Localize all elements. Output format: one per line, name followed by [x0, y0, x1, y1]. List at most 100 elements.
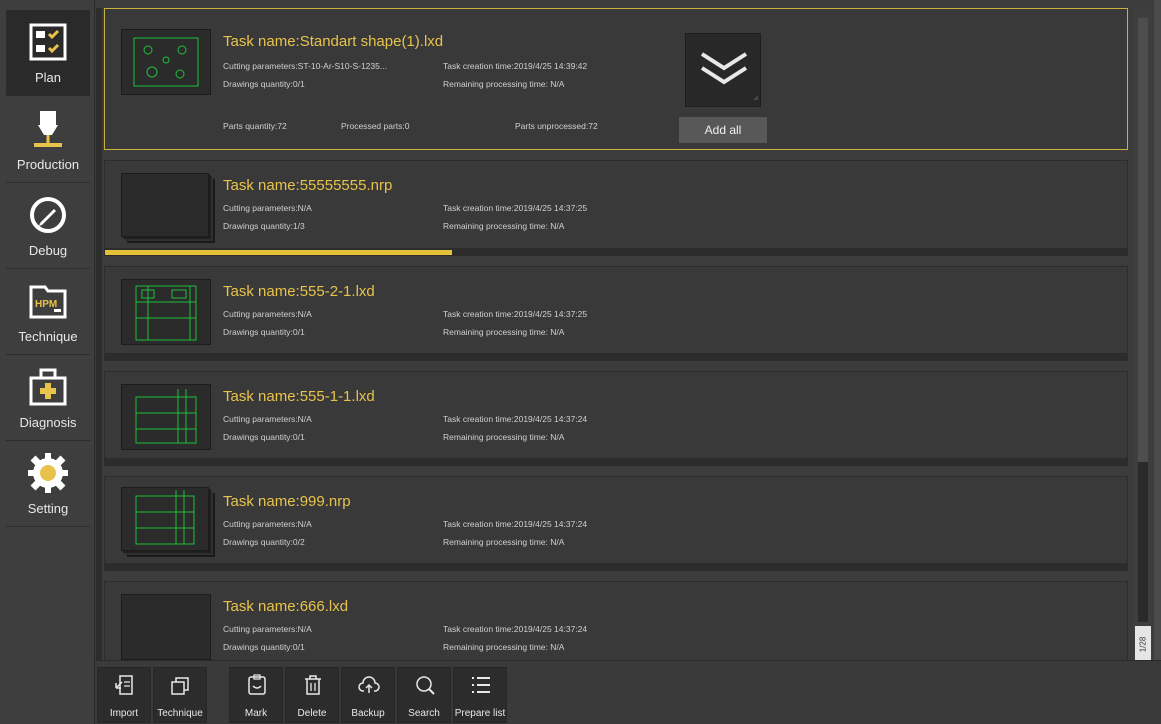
drawings-quantity: Drawings quantity:0/1: [223, 432, 305, 442]
cutting-parameters: Cutting parameters:N/A: [223, 309, 312, 319]
task-thumbnail: [121, 594, 211, 660]
task-creation-time: Task creation time:2019/4/25 14:37:25: [443, 309, 588, 319]
task-name: Task name:666.lxd: [223, 598, 349, 615]
page-indicator: 1/28: [1135, 626, 1151, 664]
search-icon: [416, 676, 435, 695]
hpm-text: HPM: [35, 299, 57, 310]
drawing-preview: [135, 285, 197, 341]
remaining-processing-time: Remaining processing time: N/A: [443, 79, 565, 89]
progress-track: [105, 353, 1127, 360]
task-creation-time: Task creation time:2019/4/25 14:37:25: [443, 203, 588, 213]
backup-button[interactable]: Backup: [341, 667, 395, 723]
task-creation-time: Task creation time:2019/4/25 14:37:24: [443, 624, 588, 634]
cutting-parameters: Cutting parameters:N/A: [223, 624, 312, 634]
expand-button[interactable]: [685, 33, 761, 107]
sidebar-item-label: Diagnosis: [19, 415, 77, 430]
double-chevron-down-icon: [700, 52, 759, 101]
drawings-quantity: Drawings quantity:0/1: [223, 79, 305, 89]
delete-button[interactable]: Delete: [285, 667, 339, 723]
cutting-parameters: Cutting parameters:N/A: [223, 203, 312, 213]
task-thumbnail: [121, 279, 211, 345]
drawing-preview: [135, 389, 197, 444]
mark-button[interactable]: Mark: [229, 667, 283, 723]
progress-track: [105, 563, 1127, 570]
first-aid-kit-icon: [29, 368, 67, 406]
scroll-track[interactable]: [1138, 18, 1148, 462]
cloud-upload-icon: [358, 676, 380, 693]
drawings-quantity: Drawings quantity:1/3: [223, 221, 305, 231]
task-name: Task name:Standart shape(1).lxd: [223, 33, 444, 50]
sidebar-item-debug[interactable]: Debug: [6, 183, 90, 269]
import-icon: [115, 675, 133, 695]
gear-icon: [28, 453, 68, 493]
sidebar-item-technique[interactable]: HPM Technique: [6, 269, 90, 355]
remaining-processing-time: Remaining processing time: N/A: [443, 221, 565, 231]
list-icon: [472, 677, 490, 693]
prepare-list-button[interactable]: Prepare list: [453, 667, 507, 723]
search-button[interactable]: Search: [397, 667, 451, 723]
left-divider: [96, 8, 102, 660]
drawings-quantity: Drawings quantity:0/2: [223, 537, 305, 547]
sidebar-item-diagnosis[interactable]: Diagnosis: [6, 355, 90, 441]
delete-label: Delete: [297, 708, 327, 719]
mark-clipboard-icon: [248, 674, 266, 695]
task-thumbnail: [121, 29, 211, 95]
sidebar-item-plan[interactable]: Plan: [6, 10, 90, 96]
drawing-preview: [133, 37, 199, 87]
remaining-processing-time: Remaining processing time: N/A: [443, 432, 565, 442]
pen-circle-icon: [30, 197, 66, 233]
task-thumbnail: [121, 487, 209, 551]
technique-button[interactable]: Technique: [153, 667, 207, 723]
remaining-processing-time: Remaining processing time: N/A: [443, 642, 565, 652]
sidebar-item-label: Plan: [34, 70, 62, 85]
task-card[interactable]: Task name:Standart shape(1).lxd Cutting …: [104, 8, 1128, 150]
plan-checklist-icon: [29, 23, 67, 61]
progress-bar: [105, 250, 453, 255]
import-label: Import: [109, 708, 139, 719]
progress-track: [105, 458, 1127, 465]
sidebar-item-label: Production: [16, 157, 80, 172]
task-name: Task name:55555555.nrp: [223, 177, 393, 194]
task-name: Task name:999.nrp: [223, 493, 351, 510]
drawings-quantity: Drawings quantity:0/1: [223, 642, 305, 652]
cutting-parameters: Cutting parameters:N/A: [223, 414, 312, 424]
add-all-button[interactable]: Add all: [679, 117, 767, 143]
drawing-preview: [135, 490, 195, 545]
parts-quantity: Parts quantity:72: [223, 121, 287, 131]
page-indicator-text: 1/28: [1138, 636, 1148, 653]
prepare-list-label: Prepare list: [454, 708, 506, 719]
processed-parts: Processed parts:0: [341, 121, 410, 131]
task-card[interactable]: Task name:555-1-1.lxd Cutting parameters…: [104, 371, 1128, 466]
task-card[interactable]: Task name:666.lxd Cutting parameters:N/A…: [104, 581, 1128, 660]
import-button[interactable]: Import: [97, 667, 151, 723]
cutting-parameters: Cutting parameters:N/A: [223, 519, 312, 529]
mark-label: Mark: [244, 708, 268, 719]
task-thumbnail: [121, 173, 209, 237]
task-creation-time: Task creation time:2019/4/25 14:37:24: [443, 519, 588, 529]
app-window: Plan Production Debug HPM Technique Diag…: [0, 0, 1161, 724]
technique-label: Technique: [157, 708, 203, 719]
drawings-quantity: Drawings quantity:0/1: [223, 327, 305, 337]
task-name: Task name:555-1-1.lxd: [223, 388, 375, 405]
trash-icon: [305, 675, 321, 695]
parts-unprocessed: Parts unprocessed:72: [515, 121, 598, 131]
sidebar-item-production[interactable]: Production: [6, 97, 90, 183]
scroll-thumb[interactable]: [1138, 462, 1148, 622]
task-thumbnail: [121, 384, 211, 450]
copy-layers-icon: [171, 677, 189, 695]
task-creation-time: Task creation time:2019/4/25 14:37:24: [443, 414, 588, 424]
search-label: Search: [408, 708, 440, 719]
task-card[interactable]: Task name:555-2-1.lxd Cutting parameters…: [104, 266, 1128, 361]
sidebar-item-setting[interactable]: Setting: [6, 441, 90, 527]
task-card[interactable]: Task name:55555555.nrp Cutting parameter…: [104, 160, 1128, 256]
task-list[interactable]: Task name:Standart shape(1).lxd Cutting …: [104, 8, 1130, 660]
laser-head-icon: [34, 111, 62, 147]
bottom-toolbar: Import Technique Mark Delete Backup Sear…: [95, 660, 1161, 724]
sidebar: Plan Production Debug HPM Technique Diag…: [0, 0, 95, 724]
sidebar-item-label: Technique: [18, 329, 78, 344]
sidebar-item-label: Setting: [27, 501, 69, 516]
task-creation-time: Task creation time:2019/4/25 14:39:42: [443, 61, 588, 71]
vertical-scrollbar[interactable]: 1/28: [1134, 8, 1152, 664]
task-card[interactable]: Task name:999.nrp Cutting parameters:N/A…: [104, 476, 1128, 571]
sidebar-item-label: Debug: [28, 243, 68, 258]
